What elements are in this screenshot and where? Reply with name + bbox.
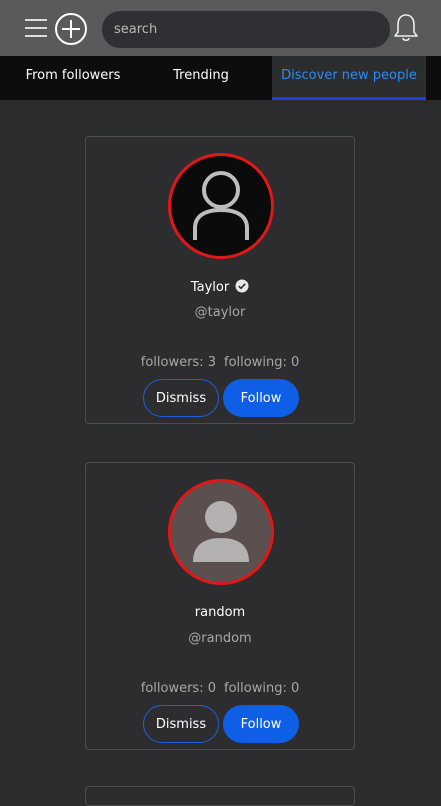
bell-icon[interactable] [392, 12, 420, 44]
user-stats: followers: 0 following: 0 [86, 681, 354, 696]
user-card: Taylor @taylor followers: 3 following: 0 … [85, 136, 355, 424]
avatar[interactable] [168, 153, 274, 259]
tab-discover-new-people[interactable]: Discover new people [272, 56, 426, 100]
user-stats: followers: 3 following: 0 [86, 355, 354, 370]
followers-count: followers: 3 [140, 355, 216, 370]
user-name[interactable]: random [195, 605, 245, 620]
user-handle: @random [188, 631, 252, 646]
following-count: following: 0 [224, 681, 300, 696]
user-outline-icon [193, 171, 249, 240]
user-name-row: Taylor [86, 279, 354, 297]
user-card: random @random followers: 0 following: 0 … [85, 462, 355, 750]
top-bar [0, 0, 441, 56]
follow-button[interactable]: Follow [223, 379, 299, 417]
tab-from-followers[interactable]: From followers [12, 56, 134, 100]
search-input[interactable] [102, 11, 390, 48]
default-user-icon [193, 501, 249, 562]
dismiss-button[interactable]: Dismiss [143, 379, 219, 417]
user-name-row: random [86, 605, 354, 620]
user-name[interactable]: Taylor [191, 280, 229, 295]
menu-icon[interactable] [24, 16, 48, 40]
followers-count: followers: 0 [140, 681, 216, 696]
add-icon[interactable] [54, 12, 88, 46]
follow-button[interactable]: Follow [223, 705, 299, 743]
dismiss-button[interactable]: Dismiss [143, 705, 219, 743]
following-count: following: 0 [224, 355, 300, 370]
suggestions-list: Taylor @taylor followers: 3 following: 0 … [0, 100, 441, 806]
user-card-partial [85, 786, 355, 806]
tab-bar: From followers Trending Discover new peo… [0, 56, 441, 100]
tab-trending[interactable]: Trending [150, 56, 252, 100]
avatar[interactable] [168, 479, 274, 585]
user-handle: @taylor [194, 305, 246, 320]
verified-icon [235, 279, 249, 297]
